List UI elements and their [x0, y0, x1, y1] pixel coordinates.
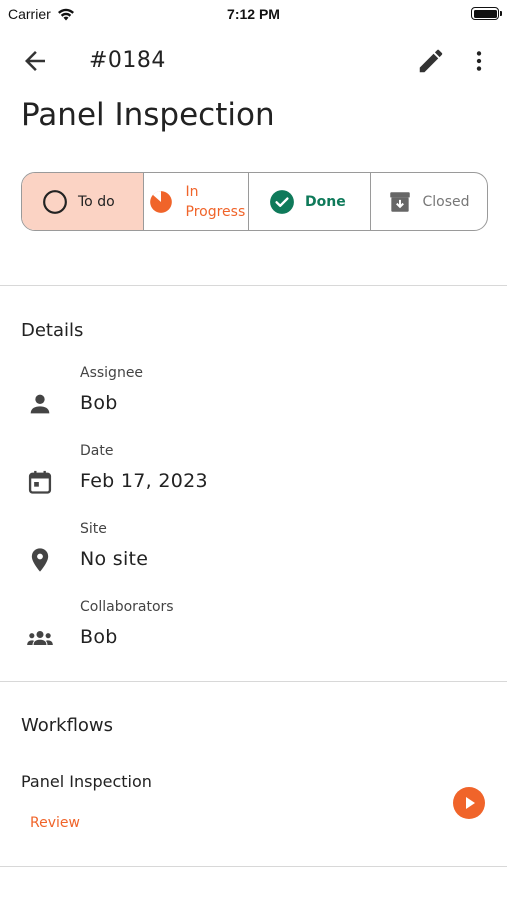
- arrow-left-icon: [25, 51, 45, 71]
- pencil-icon: [419, 49, 443, 73]
- status-segmented-control: To do In Progress Done Closed: [21, 172, 488, 231]
- pie-progress-icon: [149, 190, 172, 213]
- workflow-item-status: Review: [30, 815, 80, 831]
- status-option-label: To do: [78, 193, 115, 210]
- divider: [0, 285, 507, 286]
- collaborators-value[interactable]: Bob: [80, 626, 118, 648]
- back-button[interactable]: [20, 46, 50, 76]
- status-option-todo[interactable]: To do: [22, 173, 144, 230]
- play-icon: [466, 797, 475, 809]
- collaborators-label: Collaborators: [80, 599, 174, 615]
- top-app-bar: #0184: [0, 38, 507, 84]
- site-value[interactable]: No site: [80, 548, 148, 570]
- person-icon: [30, 394, 50, 414]
- assignee-label: Assignee: [80, 365, 144, 381]
- battery-icon: [471, 7, 502, 20]
- page-title: Panel Inspection: [21, 97, 275, 133]
- location-pin-icon: [31, 548, 49, 572]
- archive-icon: [389, 191, 410, 212]
- workflows-section-title: Workflows: [21, 715, 114, 736]
- assignee-value[interactable]: Bob: [80, 392, 118, 414]
- status-bar: Carrier 7:12 PM: [0, 0, 507, 30]
- status-option-label-line2: Progress: [185, 203, 246, 220]
- status-option-label: Closed: [422, 193, 470, 210]
- workflow-item-name[interactable]: Panel Inspection: [21, 772, 152, 791]
- status-option-closed[interactable]: Closed: [371, 173, 488, 230]
- status-option-done[interactable]: Done: [249, 173, 371, 230]
- site-label: Site: [80, 521, 107, 537]
- status-option-label-line1: In: [185, 183, 199, 200]
- edit-button[interactable]: [416, 46, 446, 76]
- divider: [0, 866, 507, 867]
- calendar-icon: [28, 470, 52, 494]
- status-option-in-progress[interactable]: In Progress: [144, 173, 249, 230]
- status-option-label: Done: [305, 193, 346, 210]
- task-id: #0184: [89, 48, 166, 73]
- circle-outline-icon: [43, 189, 67, 214]
- clock: 7:12 PM: [227, 6, 280, 22]
- check-circle-icon: [270, 189, 294, 214]
- group-icon: [27, 631, 53, 645]
- divider: [0, 681, 507, 682]
- more-options-button[interactable]: [466, 46, 492, 76]
- workflow-play-button[interactable]: [453, 787, 485, 819]
- date-label: Date: [80, 443, 114, 459]
- details-section-title: Details: [21, 320, 84, 341]
- more-vertical-icon: [476, 51, 482, 71]
- date-value[interactable]: Feb 17, 2023: [80, 470, 208, 492]
